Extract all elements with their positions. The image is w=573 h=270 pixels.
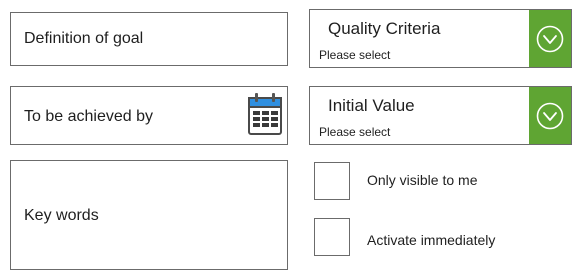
calendar-icon[interactable] [248,92,282,136]
quality-criteria-dropdown-button[interactable] [529,10,571,67]
chevron-down-icon [536,102,564,129]
initial-value-dropdown-button[interactable] [529,87,571,144]
keywords-label: Key words [24,207,99,224]
goal-definition-field[interactable]: Definition of goal [10,12,288,66]
initial-value-title: Initial Value [328,96,415,115]
activate-immediately-label: Activate immediately [367,232,496,248]
chevron-down-icon [536,25,564,52]
achieved-by-label: To be achieved by [24,108,153,125]
activate-immediately-checkbox[interactable] [314,218,350,256]
only-visible-label: Only visible to me [367,172,478,188]
keywords-field[interactable]: Key words [10,160,288,270]
initial-value-placeholder: Please select [319,125,391,139]
goal-definition-label: Definition of goal [24,30,144,47]
initial-value-select[interactable]: Initial Value Please select [309,86,572,145]
achieved-by-date-field[interactable]: To be achieved by [10,86,288,145]
only-visible-checkbox[interactable] [314,162,350,200]
quality-criteria-select[interactable]: Quality Criteria Please select [309,9,572,68]
quality-criteria-placeholder: Please select [319,48,391,62]
quality-criteria-title: Quality Criteria [328,19,441,38]
